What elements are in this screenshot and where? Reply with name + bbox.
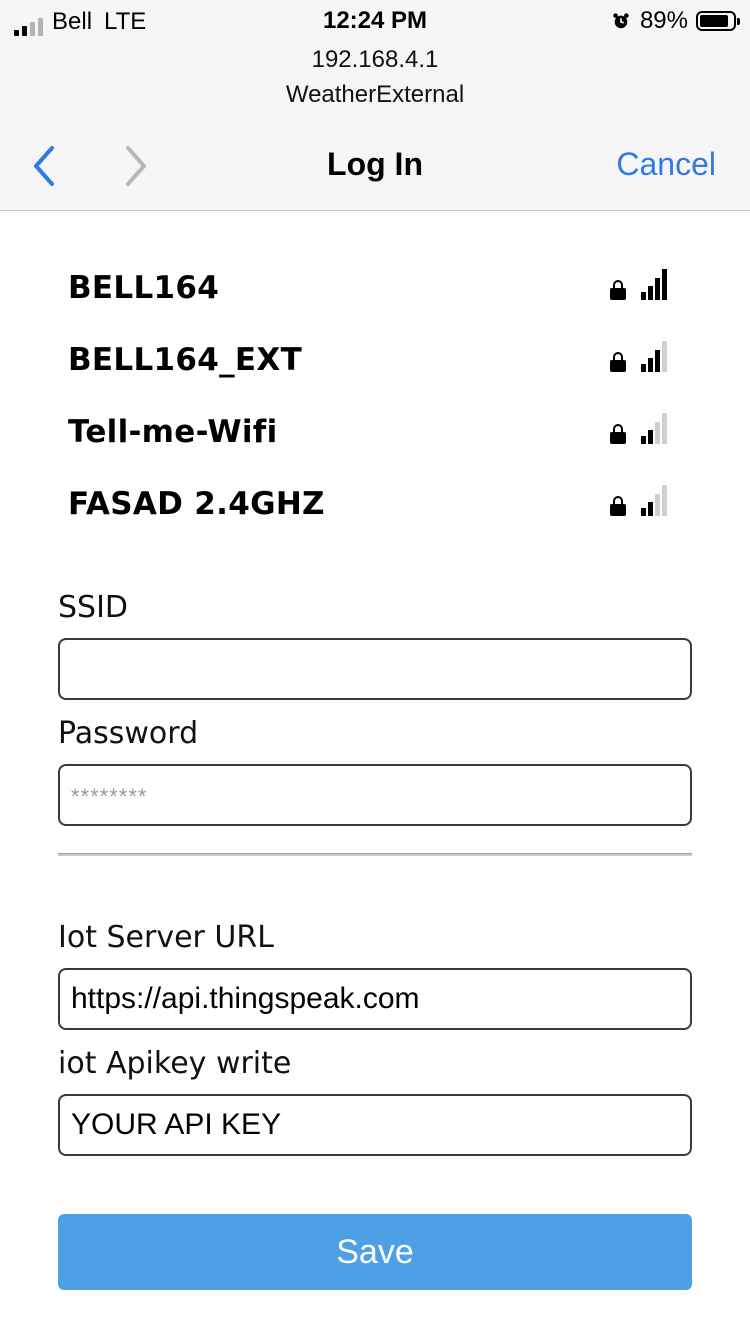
password-label: Password: [58, 716, 199, 751]
signal-bar: [662, 485, 667, 516]
cancel-button[interactable]: Cancel: [616, 146, 716, 183]
battery-icon: [696, 11, 740, 31]
network-name: BELL164: [68, 270, 220, 306]
signal-bar: [641, 436, 646, 444]
signal-bar: [655, 494, 660, 516]
page-title: WeatherExternal: [285, 81, 465, 108]
signal-bar: [641, 364, 646, 372]
lock-icon: [610, 352, 626, 372]
network-name: BELL164_EXT: [68, 342, 303, 378]
lock-icon: [610, 280, 626, 300]
signal-bar: [648, 502, 653, 516]
lock-icon: [610, 424, 626, 444]
signal-bar: [662, 413, 667, 444]
url-text[interactable]: 192.168.4.1: [0, 46, 750, 74]
wifi-signal-icon: [641, 340, 667, 372]
signal-bar: [655, 422, 660, 444]
signal-bar: [641, 508, 646, 516]
status-right: 89%: [612, 7, 740, 35]
ssid-label: SSID: [58, 590, 129, 625]
lock-body: [610, 288, 626, 300]
save-button[interactable]: Save: [58, 1214, 692, 1290]
signal-bar: [641, 292, 646, 300]
signal-bar: [655, 278, 660, 300]
lock-body: [610, 504, 626, 516]
wifi-signal-icon: [641, 484, 667, 516]
lock-body: [610, 432, 626, 444]
iot-server-url-input[interactable]: [58, 968, 692, 1030]
signal-bar: [648, 358, 653, 372]
network-item[interactable]: BELL164_EXT: [68, 328, 678, 400]
battery-fill: [700, 15, 728, 27]
password-input[interactable]: [58, 764, 692, 826]
battery-percent: 89%: [639, 7, 688, 34]
lock-body: [610, 360, 626, 372]
signal-bar: [648, 430, 653, 444]
network-name: Tell-me-Wifi: [68, 414, 278, 450]
wifi-signal-icon: [641, 412, 667, 444]
apikey-input[interactable]: [58, 1094, 692, 1156]
battery-nub: [737, 18, 740, 25]
network-item[interactable]: Tell-me-Wifi: [68, 400, 678, 472]
ssid-input[interactable]: [58, 638, 692, 700]
form-divider: [58, 853, 692, 856]
signal-bar: [662, 269, 667, 300]
signal-bar: [655, 350, 660, 372]
lock-icon: [610, 496, 626, 516]
network-list: BELL164 BELL164_EXT Tell-me-Wifi FASAD 2.4G…: [68, 256, 678, 544]
wifi-signal-icon: [641, 268, 667, 300]
network-item[interactable]: BELL164: [68, 256, 678, 328]
alarm-icon: [613, 13, 629, 29]
apikey-label: iot Apikey write: [58, 1046, 292, 1081]
status-bar: Bell LTE 12:24 PM 89%: [0, 0, 750, 40]
network-item[interactable]: FASAD 2.4GHZ: [68, 472, 678, 544]
network-name: FASAD 2.4GHZ: [68, 486, 325, 522]
signal-bar: [662, 341, 667, 372]
signal-bar: [648, 286, 653, 300]
iot-server-url-label: Iot Server URL: [58, 920, 274, 955]
